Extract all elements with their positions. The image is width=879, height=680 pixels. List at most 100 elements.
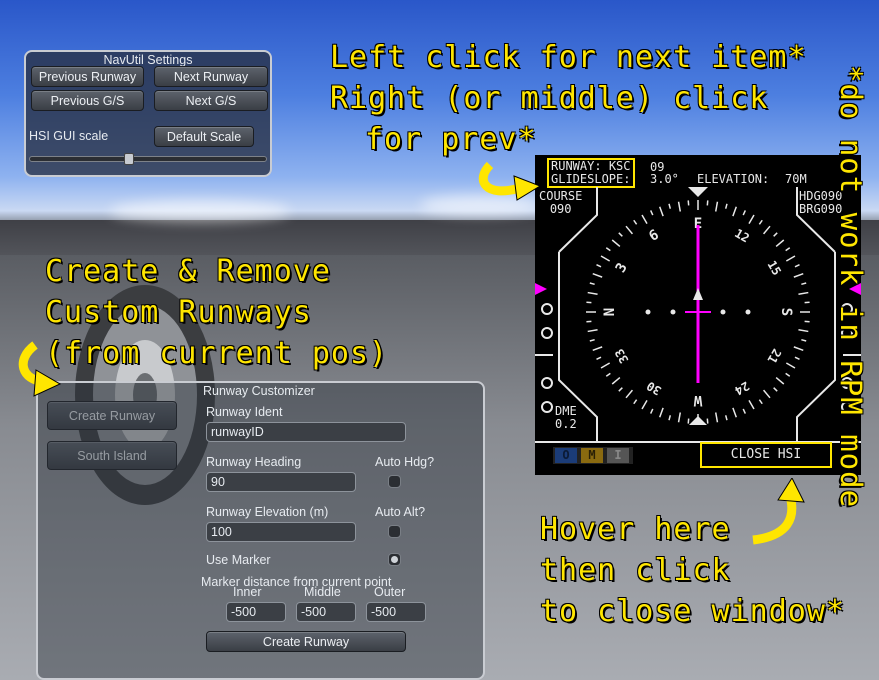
compass-tick (785, 362, 796, 369)
compass-tick (600, 255, 611, 262)
compass-tick (785, 255, 796, 262)
compass-tick (587, 291, 598, 296)
default-scale-button[interactable]: Default Scale (154, 126, 254, 147)
compass-label: 30 (644, 379, 664, 398)
deviation-dot (541, 377, 553, 389)
course-deviation-dot (720, 309, 726, 315)
compass-tick (801, 282, 807, 286)
next-runway-button[interactable]: Next Runway (154, 66, 268, 87)
compass-tick (633, 399, 638, 405)
cloud (110, 200, 290, 222)
compass-tick (625, 225, 634, 235)
inner-marker-light: I (607, 448, 629, 463)
runway-heading-label: Runway Heading (206, 455, 302, 469)
close-hsi-button[interactable]: CLOSE HSI (700, 442, 832, 468)
compass-tick (724, 415, 728, 421)
compass-tick (625, 389, 634, 399)
previous-glideslope-button[interactable]: Previous G/S (31, 90, 144, 111)
compass-tick (589, 282, 595, 286)
use-marker-toggle[interactable] (388, 553, 401, 566)
compass-tick (589, 338, 595, 342)
slider-thumb[interactable] (124, 153, 134, 165)
compass-tick (793, 272, 804, 278)
auto-heading-label: Auto Hdg? (375, 455, 435, 469)
compass-tick (596, 356, 602, 361)
compass-tick (798, 328, 809, 333)
marker-beacon-bar: O M I (553, 447, 633, 464)
compass-label: 6 (646, 227, 661, 245)
compass-tick (758, 399, 763, 405)
compass-label: 12 (732, 226, 752, 245)
compass-tick (732, 407, 738, 418)
compass-tick (775, 376, 785, 385)
customizer-title: Runway Customizer (203, 384, 315, 398)
hsi-scale-slider[interactable] (29, 153, 267, 165)
compass-tick (762, 225, 771, 235)
auto-heading-toggle[interactable] (388, 475, 401, 488)
custom-runway-hint-line1: Create & Remove (45, 254, 331, 289)
runway-ident-label: Runway Ident (206, 405, 283, 419)
compass-tick (798, 291, 809, 296)
compass-tick (801, 338, 807, 342)
course-deviation-dot (670, 309, 676, 315)
middle-marker-light: M (581, 448, 603, 463)
compass-label: 33 (612, 346, 631, 366)
middle-marker-label: Middle (304, 585, 341, 599)
outer-marker-input[interactable] (366, 602, 426, 622)
compass-tick (762, 389, 771, 399)
compass-tick (748, 399, 755, 410)
compass-tick (633, 219, 638, 225)
compass-tick (649, 210, 654, 216)
compass-label: W (693, 392, 702, 408)
middle-marker-input[interactable] (296, 602, 356, 622)
outer-marker-light: O (555, 448, 577, 463)
runway-elevation-input[interactable] (206, 522, 356, 542)
compass-tick (641, 399, 648, 410)
navutil-settings-window: NavUtil Settings Previous Runway Next Ru… (24, 50, 272, 177)
compass-tick (605, 247, 611, 252)
inner-marker-input[interactable] (226, 602, 286, 622)
use-marker-label: Use Marker (206, 553, 271, 567)
compass-label: S (778, 308, 794, 316)
compass-tick (714, 412, 719, 423)
compass-tick (605, 372, 611, 377)
compass-tick (649, 408, 654, 414)
settings-title: NavUtil Settings (103, 53, 193, 67)
compass-tick (618, 232, 623, 237)
runway-elevation-label: Runway Elevation (m) (206, 505, 329, 519)
deviation-dot (541, 327, 553, 339)
compass-tick (668, 415, 672, 421)
compass-rose: E1215S2124W3033N36 (535, 187, 861, 443)
create-runway-button[interactable]: Create Runway (206, 631, 406, 652)
compass-tick (658, 206, 664, 217)
custom-runway-hint-line2: Custom Runways (45, 295, 312, 330)
hsi-scale-label: HSI GUI scale (29, 129, 109, 143)
compass-label: N (602, 308, 618, 316)
compass-label: 15 (765, 258, 784, 278)
custom-runway-hint-line3: (from current pos) (45, 336, 389, 371)
compass-tick (742, 210, 747, 216)
runway-customizer-window: Runway Customizer Runway Ident Runway He… (36, 381, 485, 680)
hsi-display: RUNWAY: KSC GLIDESLOPE: 09 3.0° ELEVATIO… (535, 155, 861, 475)
prev-item-hint-line2: for prev* (365, 122, 537, 157)
arrow-icon (752, 478, 805, 545)
runway-heading-input[interactable] (206, 472, 356, 492)
compass-tick (592, 346, 603, 352)
compass-tick (773, 387, 778, 392)
compass-tick (793, 346, 804, 352)
next-glideslope-button[interactable]: Next G/S (154, 90, 268, 111)
marker-distance-label: Marker distance from current point (201, 575, 392, 589)
compass-label: 21 (765, 346, 784, 366)
auto-altitude-label: Auto Alt? (375, 505, 426, 519)
compass-tick (794, 263, 800, 268)
previous-runway-button[interactable]: Previous Runway (31, 66, 144, 87)
compass-tick (587, 328, 598, 333)
runway-ident-input[interactable] (206, 422, 406, 442)
close-hint-line2: then click (540, 553, 731, 588)
deviation-dot (541, 303, 553, 315)
auto-altitude-toggle[interactable] (388, 525, 401, 538)
course-deviation-dot (645, 309, 651, 315)
compass-label: 3 (613, 260, 631, 275)
compass-tick (785, 247, 791, 252)
compass-tick (732, 206, 738, 217)
